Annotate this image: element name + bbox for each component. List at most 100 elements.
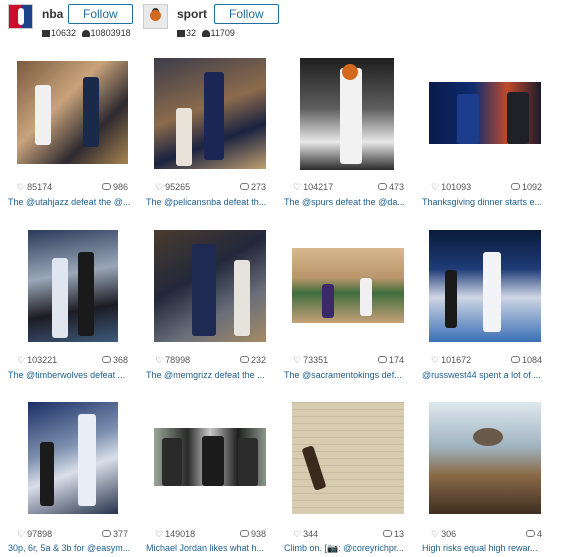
like-count: 104217: [303, 182, 334, 192]
post-caption[interactable]: Thanksgiving dinner starts e...: [422, 197, 554, 207]
player-figure: [176, 108, 192, 166]
heart-icon: ♡: [431, 182, 440, 192]
player-figure: [83, 77, 99, 147]
heart-icon: ♡: [17, 355, 26, 365]
post-caption[interactable]: The @utahjazz defeat the @...: [8, 197, 140, 207]
heart-icon: ♡: [155, 355, 164, 365]
post-image[interactable]: [429, 402, 541, 514]
player-figure: [322, 284, 334, 318]
profile-name[interactable]: nba: [42, 7, 63, 21]
like-count: 103221: [27, 355, 58, 365]
user-icon: [201, 30, 210, 37]
post-image[interactable]: [292, 248, 404, 323]
like-count: 149018: [165, 529, 196, 539]
post-image[interactable]: [28, 230, 118, 342]
heart-icon: ♡: [431, 355, 440, 365]
like-count: 344: [303, 529, 319, 539]
like-count: 95265: [165, 182, 191, 192]
comment-count: 938: [250, 529, 266, 539]
basketball-icon[interactable]: [143, 4, 168, 29]
like-count: 78998: [165, 355, 191, 365]
comment-count: 13: [393, 529, 404, 539]
nba-logo-icon[interactable]: [8, 4, 33, 29]
comment-count: 377: [112, 529, 128, 539]
post-caption[interactable]: The @memgrizz defeat the ...: [146, 370, 278, 380]
post-image[interactable]: [17, 61, 128, 164]
comment-count: 1092: [521, 182, 542, 192]
like-count: 73351: [303, 355, 329, 365]
comment-icon: [510, 356, 520, 363]
post-image[interactable]: [154, 58, 266, 169]
comment-count: 368: [112, 355, 128, 365]
profile-name[interactable]: sport: [177, 7, 207, 21]
post-image[interactable]: [429, 230, 541, 342]
comment-icon: [101, 183, 111, 190]
player-figure: [52, 258, 68, 338]
person-figure: [162, 438, 182, 486]
post-image[interactable]: [292, 402, 404, 514]
profile-nba: nba Follow 10632 10803918: [8, 4, 133, 38]
post-caption[interactable]: The @spurs defeat the @da...: [284, 197, 416, 207]
post-caption[interactable]: The @pelicansnba defeat th...: [146, 197, 278, 207]
player-figure: [78, 252, 94, 336]
followers-count: 11709: [210, 28, 235, 38]
player-figure: [40, 442, 54, 506]
post-caption[interactable]: The @sacramentokings def...: [284, 370, 416, 380]
post-caption[interactable]: The @timberwolves defeat ...: [8, 370, 140, 380]
heart-icon: ♡: [155, 529, 164, 539]
comment-icon: [510, 183, 520, 190]
heart-icon: ♡: [293, 529, 302, 539]
follow-button[interactable]: Follow: [68, 4, 133, 24]
person-figure: [238, 438, 258, 486]
heart-icon: ♡: [431, 529, 440, 539]
like-count: 306: [441, 529, 457, 539]
like-count: 101093: [441, 182, 472, 192]
player-figure: [234, 260, 250, 336]
heart-icon: ♡: [293, 355, 302, 365]
comment-icon: [101, 530, 111, 537]
post-caption[interactable]: 30p, 6r, 5a & 3b for @easym...: [8, 543, 140, 553]
post-image[interactable]: [154, 230, 266, 342]
player-figure: [445, 270, 457, 328]
follow-button[interactable]: Follow: [214, 4, 279, 24]
comment-icon: [239, 530, 249, 537]
comment-count: 174: [388, 355, 404, 365]
comment-icon: [239, 183, 249, 190]
person-figure: [202, 436, 224, 486]
like-count: 97898: [27, 529, 53, 539]
post-image[interactable]: [154, 428, 266, 486]
heart-icon: ♡: [17, 529, 26, 539]
post-image[interactable]: [300, 58, 394, 170]
camera-icon: [177, 30, 185, 37]
comment-count: 273: [250, 182, 266, 192]
comment-count: 232: [250, 355, 266, 365]
comment-icon: [525, 530, 535, 537]
comment-icon: [239, 356, 249, 363]
comment-icon: [382, 530, 392, 537]
profile-stats: 10632 10803918: [42, 28, 131, 38]
comment-count: 1084: [521, 355, 542, 365]
player-figure: [360, 278, 372, 316]
profile-stats: 32 11709: [177, 28, 235, 38]
post-caption[interactable]: High risks equal high rewar...: [422, 543, 554, 553]
player-figure: [340, 68, 362, 164]
player-figure: [483, 252, 501, 332]
post-image[interactable]: [28, 402, 118, 514]
camera-icon: [42, 30, 50, 37]
post-image[interactable]: [429, 82, 541, 144]
post-caption[interactable]: @russwest44 spent a lot of ...: [422, 370, 554, 380]
heart-icon: ♡: [155, 182, 164, 192]
basketball: [342, 64, 358, 80]
player-figure: [457, 94, 479, 144]
comment-count: 986: [112, 182, 128, 192]
climber-figure: [301, 445, 327, 491]
comment-icon: [101, 356, 111, 363]
tree-figure: [473, 428, 503, 446]
post-caption[interactable]: Michael Jordan likes what h...: [146, 543, 278, 553]
profile-sport: sport Follow 32 11709: [143, 4, 279, 38]
player-figure: [204, 72, 224, 160]
followers-count: 10803918: [90, 28, 131, 38]
post-caption[interactable]: Climb on. [📷: @coreyrichpr...: [284, 543, 416, 554]
player-figure: [192, 244, 216, 336]
posts-count: 32: [186, 28, 197, 38]
